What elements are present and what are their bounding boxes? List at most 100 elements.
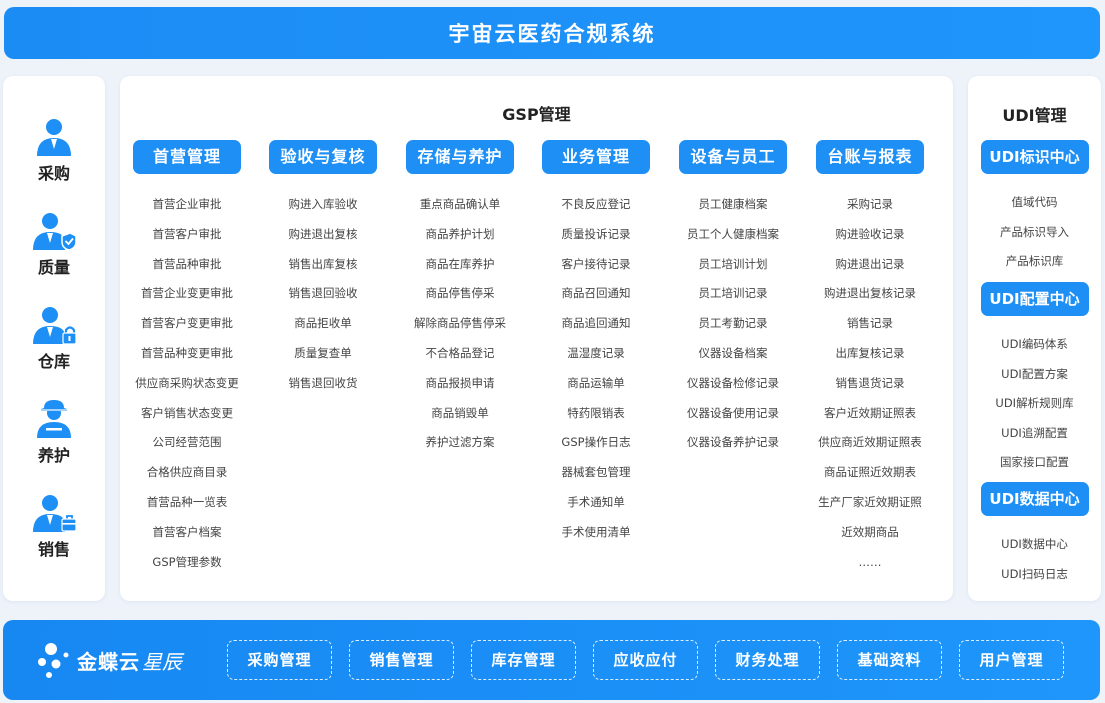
gsp-menu-item[interactable]: 质量复查单 xyxy=(258,339,388,369)
gsp-menu-item[interactable]: 员工培训计划 xyxy=(668,250,798,280)
gsp-menu-item[interactable]: 客户销售状态变更 xyxy=(122,399,252,429)
gsp-menu-item[interactable]: 购进退出复核 xyxy=(258,220,388,250)
gsp-menu-item[interactable]: 购进入库验收 xyxy=(258,190,388,220)
gsp-menu-item[interactable]: 商品召回通知 xyxy=(531,279,661,309)
module-button[interactable]: 销售管理 xyxy=(349,640,454,680)
gsp-menu-item[interactable]: 客户近效期证照表 xyxy=(805,399,935,429)
gsp-menu-item[interactable]: 商品运输单 xyxy=(531,369,661,399)
role-purchase[interactable]: 采购 xyxy=(3,116,105,184)
udi-group-header[interactable]: UDI标识中心 xyxy=(980,140,1089,174)
gsp-menu-item[interactable]: 养护过滤方案 xyxy=(395,428,525,458)
udi-menu-item[interactable]: UDI配置方案 xyxy=(968,360,1101,390)
udi-menu-item[interactable]: 产品标识导入 xyxy=(968,218,1101,248)
gsp-menu-item[interactable]: 商品证照近效期表 xyxy=(805,458,935,488)
udi-menu-item[interactable]: UDI追溯配置 xyxy=(968,419,1101,449)
gsp-menu-item[interactable]: 首营品种一览表 xyxy=(122,488,252,518)
gsp-menu-item[interactable]: 首营客户审批 xyxy=(122,220,252,250)
udi-menu-item[interactable]: UDI编码体系 xyxy=(968,330,1101,360)
udi-menu-item[interactable]: 产品标识库 xyxy=(968,247,1101,277)
module-button[interactable]: 财务处理 xyxy=(715,640,820,680)
gsp-menu-item[interactable]: 首营企业变更审批 xyxy=(122,279,252,309)
module-button[interactable]: 基础资料 xyxy=(837,640,942,680)
gsp-menu-item[interactable]: 器械套包管理 xyxy=(531,458,661,488)
gsp-menu-item[interactable]: 购进验收记录 xyxy=(805,220,935,250)
gsp-menu-item[interactable]: 商品养护计划 xyxy=(395,220,525,250)
gsp-menu-item[interactable]: 销售退回验收 xyxy=(258,279,388,309)
gsp-menu-item[interactable]: 不合格品登记 xyxy=(395,339,525,369)
gsp-menu-item[interactable]: 购进退出记录 xyxy=(805,250,935,280)
role-maintenance[interactable]: 养护 xyxy=(3,398,105,466)
gsp-menu-item[interactable]: 商品销毁单 xyxy=(395,399,525,429)
module-button[interactable]: 应收应付 xyxy=(593,640,698,680)
gsp-menu-item[interactable]: 首营企业审批 xyxy=(122,190,252,220)
gsp-menu-item[interactable]: 仪器设备档案 xyxy=(668,339,798,369)
module-button[interactable]: 采购管理 xyxy=(227,640,332,680)
gsp-menu-item[interactable]: 特药限销表 xyxy=(531,399,661,429)
gsp-menu-item[interactable]: 销售退回收货 xyxy=(258,369,388,399)
gsp-menu-item[interactable]: 仪器设备检修记录 xyxy=(668,369,798,399)
module-button[interactable]: 库存管理 xyxy=(471,640,576,680)
gsp-menu-item[interactable]: 商品停售停采 xyxy=(395,279,525,309)
gsp-menu-item[interactable]: 商品拒收单 xyxy=(258,309,388,339)
gsp-column-header[interactable]: 验收与复核 xyxy=(269,140,377,174)
role-quality[interactable]: 质量 xyxy=(3,210,105,278)
gsp-menu-item[interactable]: 销售退货记录 xyxy=(805,369,935,399)
gsp-column-header[interactable]: 业务管理 xyxy=(542,140,650,174)
gsp-menu-item[interactable]: 商品追回通知 xyxy=(531,309,661,339)
gsp-menu-item[interactable]: 公司经营范围 xyxy=(122,428,252,458)
gsp-menu-item[interactable]: 合格供应商目录 xyxy=(122,458,252,488)
gsp-menu-item[interactable]: 采购记录 xyxy=(805,190,935,220)
gsp-menu-item[interactable]: 首营品种变更审批 xyxy=(122,339,252,369)
gsp-menu-item[interactable]: 重点商品确认单 xyxy=(395,190,525,220)
gsp-menu-item[interactable]: 温湿度记录 xyxy=(531,339,661,369)
gsp-menu-item[interactable]: 员工个人健康档案 xyxy=(668,220,798,250)
gsp-menu-item[interactable]: 员工考勤记录 xyxy=(668,309,798,339)
gsp-title: GSP管理 xyxy=(502,105,571,124)
gsp-menu-item[interactable]: 手术使用清单 xyxy=(531,518,661,548)
gsp-menu-item[interactable]: 解除商品停售停采 xyxy=(395,309,525,339)
udi-menu-item[interactable]: UDI扫码日志 xyxy=(968,560,1101,590)
gsp-menu-item[interactable]: 供应商近效期证照表 xyxy=(805,428,935,458)
gsp-menu-item[interactable]: 商品在库养护 xyxy=(395,250,525,280)
gsp-menu-item[interactable]: 员工培训记录 xyxy=(668,279,798,309)
role-sales[interactable]: 销售 xyxy=(3,492,105,560)
gsp-column-header[interactable]: 设备与员工 xyxy=(679,140,787,174)
gsp-menu-item[interactable]: …… xyxy=(805,548,935,578)
udi-menu-item[interactable]: UDI解析规则库 xyxy=(968,389,1101,419)
gsp-menu-item[interactable]: 商品报损申请 xyxy=(395,369,525,399)
udi-group-header[interactable]: UDI配置中心 xyxy=(980,282,1089,316)
udi-menu-item[interactable]: 国家接口配置 xyxy=(968,448,1101,478)
gsp-column-header[interactable]: 首营管理 xyxy=(133,140,241,174)
gsp-menu-item[interactable]: 首营客户档案 xyxy=(122,518,252,548)
role-warehouse[interactable]: 仓库 xyxy=(3,304,105,372)
maintenance-worker-icon xyxy=(37,400,71,438)
gsp-menu-item[interactable]: 生产厂家近效期证照 xyxy=(805,488,935,518)
gsp-menu-item[interactable]: 仪器设备使用记录 xyxy=(668,399,798,429)
gsp-menu-item[interactable]: GSP操作日志 xyxy=(531,428,661,458)
gsp-menu-item[interactable]: GSP管理参数 xyxy=(122,548,252,578)
gsp-column-header[interactable]: 台账与报表 xyxy=(816,140,924,174)
gsp-menu-item[interactable]: 购进退出复核记录 xyxy=(805,279,935,309)
gsp-menu-item[interactable]: 销售出库复核 xyxy=(258,250,388,280)
role-label: 质量 xyxy=(37,258,70,277)
roles-panel: 采购 质量 仓库 养护 销售 xyxy=(3,76,105,601)
module-button[interactable]: 用户管理 xyxy=(959,640,1064,680)
gsp-menu-item[interactable]: 仪器设备养护记录 xyxy=(668,428,798,458)
gsp-menu-item[interactable]: 供应商采购状态变更 xyxy=(122,369,252,399)
gsp-menu-item[interactable]: 出库复核记录 xyxy=(805,339,935,369)
gsp-column-header[interactable]: 存储与养护 xyxy=(406,140,514,174)
gsp-menu-item[interactable]: 员工健康档案 xyxy=(668,190,798,220)
gsp-menu-item[interactable]: 首营品种审批 xyxy=(122,250,252,280)
udi-group-header[interactable]: UDI数据中心 xyxy=(980,482,1089,516)
udi-menu-item[interactable]: UDI数据中心 xyxy=(968,530,1101,560)
role-label: 仓库 xyxy=(37,352,70,371)
gsp-menu-item[interactable]: 首营客户变更审批 xyxy=(122,309,252,339)
gsp-menu-item[interactable]: 客户接待记录 xyxy=(531,250,661,280)
gsp-menu-item[interactable]: 不良反应登记 xyxy=(531,190,661,220)
udi-menu-item[interactable]: 值域代码 xyxy=(968,188,1101,218)
gsp-menu-item[interactable]: 近效期商品 xyxy=(805,518,935,548)
gsp-menu-item[interactable]: 手术通知单 xyxy=(531,488,661,518)
gsp-menu-item[interactable]: 销售记录 xyxy=(805,309,935,339)
udi-title: UDI管理 xyxy=(1002,106,1067,125)
gsp-menu-item[interactable]: 质量投诉记录 xyxy=(531,220,661,250)
